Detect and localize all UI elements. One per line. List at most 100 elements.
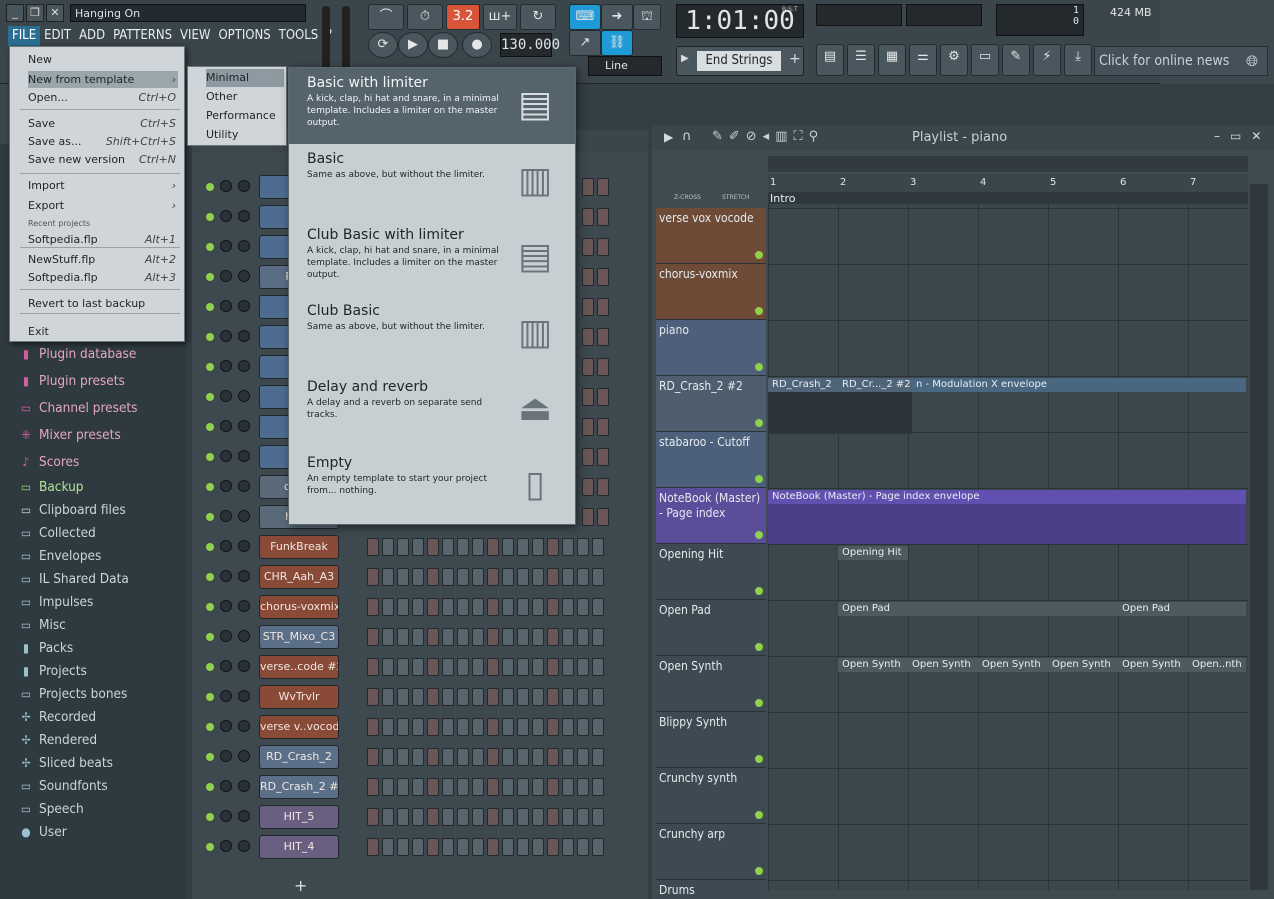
step-button[interactable] — [427, 538, 439, 556]
step-button[interactable] — [562, 778, 574, 796]
template-item[interactable]: Basic with limiter A kick, clap, hi hat a… — [289, 68, 575, 144]
countdown-icon[interactable]: ⛫ — [633, 4, 661, 30]
tool-icons[interactable]: ✎✐⊘◂▥⛶⚲ — [712, 129, 824, 144]
pattern-clip[interactable]: Open Synth — [838, 658, 908, 672]
step-button[interactable] — [582, 478, 594, 496]
channel-volume-knob[interactable] — [220, 510, 232, 522]
channel-name-button[interactable]: verse..code #2 — [259, 655, 339, 679]
automation-clip[interactable]: NoteBook (Master) - Page index envelope — [768, 490, 1246, 504]
plugin-icon[interactable]: ⚙ — [940, 44, 968, 76]
step-button[interactable] — [382, 628, 394, 646]
channel-pan-knob[interactable] — [238, 330, 250, 342]
step-button[interactable] — [397, 658, 409, 676]
play-button[interactable]: ▶ — [398, 32, 428, 58]
step-button[interactable] — [562, 538, 574, 556]
step-button[interactable] — [442, 718, 454, 736]
channel-volume-knob[interactable] — [220, 660, 232, 672]
step-button[interactable] — [502, 598, 514, 616]
step-button[interactable] — [382, 808, 394, 826]
step-button[interactable] — [412, 838, 424, 856]
step-button[interactable] — [487, 808, 499, 826]
step-button[interactable] — [457, 778, 469, 796]
browser-item[interactable]: ♪ Scores — [18, 452, 80, 472]
step-button[interactable] — [547, 598, 559, 616]
step-button[interactable] — [397, 688, 409, 706]
step-button[interactable] — [562, 568, 574, 586]
step-button[interactable] — [532, 538, 544, 556]
channel-volume-knob[interactable] — [220, 570, 232, 582]
step-button[interactable] — [577, 778, 589, 796]
globe-icon[interactable]: 🌐︎ — [1246, 52, 1258, 70]
step-button[interactable] — [562, 718, 574, 736]
step-button[interactable] — [397, 598, 409, 616]
playlist-track-header[interactable]: piano — [656, 320, 766, 376]
step-button[interactable] — [562, 688, 574, 706]
browser-item[interactable]: ⁜ Mixer presets — [18, 425, 120, 445]
step-button[interactable] — [562, 808, 574, 826]
channel-pan-knob[interactable] — [238, 630, 250, 642]
step-button[interactable] — [597, 208, 609, 226]
channel-pan-knob[interactable] — [238, 780, 250, 792]
channel-volume-knob[interactable] — [220, 480, 232, 492]
file-menu-item[interactable]: Save as... Shift+Ctrl+S — [28, 133, 178, 150]
step-button[interactable] — [592, 538, 604, 556]
step-button[interactable] — [517, 538, 529, 556]
browser-item[interactable]: ▭ Soundfonts — [18, 776, 108, 796]
step-button[interactable] — [427, 598, 439, 616]
channel-pan-knob[interactable] — [238, 420, 250, 432]
step-button[interactable] — [532, 808, 544, 826]
channel-name-button[interactable]: RD_Crash_2 — [259, 745, 339, 769]
step-button[interactable] — [517, 778, 529, 796]
step-button[interactable] — [472, 808, 484, 826]
channel-name-button[interactable]: HIT_5 — [259, 805, 339, 829]
track-active-led[interactable] — [755, 475, 763, 483]
step-button[interactable] — [592, 688, 604, 706]
typing-keyboard-icon[interactable]: ⌨ — [569, 4, 601, 30]
track-active-led[interactable] — [755, 643, 763, 651]
step-button[interactable] — [367, 748, 379, 766]
channel-mute-led[interactable] — [206, 723, 214, 731]
step-button[interactable] — [397, 718, 409, 736]
track-active-led[interactable] — [755, 699, 763, 707]
playlist-track-header[interactable]: Crunchy arp — [656, 824, 766, 880]
metronome-icon[interactable]: ⏱ — [407, 4, 443, 30]
step-button[interactable] — [562, 748, 574, 766]
channel-name-button[interactable]: STR_Mixo_C3 — [259, 625, 339, 649]
track-active-led[interactable] — [755, 755, 763, 763]
file-menu-item[interactable]: NewStuff.flp Alt+2 — [28, 251, 178, 268]
step-button[interactable] — [597, 478, 609, 496]
browser-item[interactable]: ▭ Misc — [18, 615, 66, 635]
add-preset-icon[interactable]: + — [789, 51, 801, 67]
step-button[interactable] — [397, 838, 409, 856]
channel-rack-icon[interactable]: ☰ — [847, 44, 875, 76]
browser-item[interactable]: ▭ IL Shared Data — [18, 569, 129, 589]
step-button[interactable] — [427, 778, 439, 796]
pattern-clip[interactable]: Opening Hit — [838, 546, 908, 560]
channel-mute-led[interactable] — [206, 303, 214, 311]
pat-song-icon[interactable]: ⌒ — [368, 4, 404, 30]
step-button[interactable] — [472, 778, 484, 796]
step-button[interactable] — [502, 718, 514, 736]
step-button[interactable] — [597, 508, 609, 526]
step-button[interactable] — [382, 658, 394, 676]
step-button[interactable] — [472, 838, 484, 856]
step-button[interactable] — [597, 388, 609, 406]
template-item[interactable]: Delay and reverb A delay and a reverb on … — [289, 372, 575, 448]
loop-icon[interactable]: ⟳ — [368, 32, 398, 58]
track-active-led[interactable] — [755, 307, 763, 315]
track-active-led[interactable] — [755, 867, 763, 875]
playlist-track-header[interactable]: Opening Hit — [656, 544, 766, 600]
template-item[interactable]: Club Basic Same as above, but without the… — [289, 296, 575, 372]
step-button[interactable] — [547, 838, 559, 856]
channel-volume-knob[interactable] — [220, 750, 232, 762]
step-button[interactable] — [427, 748, 439, 766]
step-button[interactable] — [532, 568, 544, 586]
step-button[interactable] — [427, 658, 439, 676]
pattern-clip[interactable]: Open Synth — [978, 658, 1048, 672]
step-button[interactable] — [412, 538, 424, 556]
step-button[interactable] — [487, 568, 499, 586]
step-button[interactable] — [487, 718, 499, 736]
step-button[interactable] — [412, 808, 424, 826]
close-button[interactable]: ✕ — [46, 4, 64, 22]
step-button[interactable] — [582, 418, 594, 436]
